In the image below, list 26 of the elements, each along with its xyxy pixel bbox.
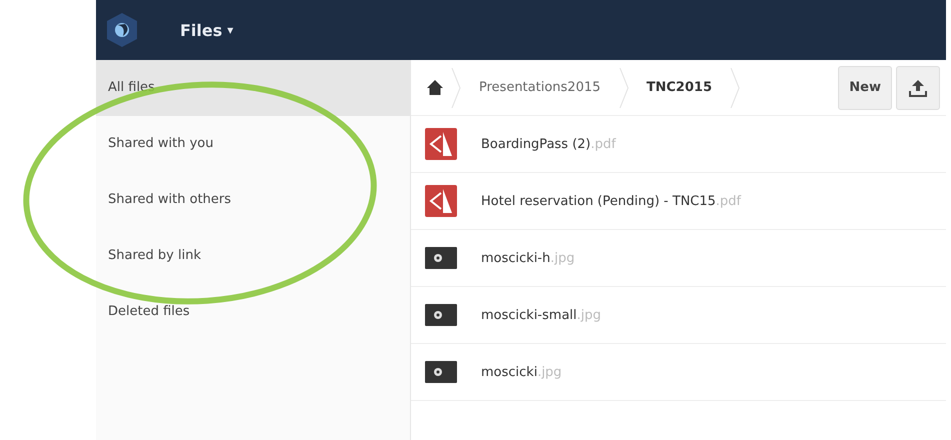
logo-icon[interactable] xyxy=(106,12,138,48)
home-icon[interactable] xyxy=(427,80,443,95)
file-name[interactable]: moscicki.jpg xyxy=(481,364,562,380)
file-name[interactable]: BoardingPass (2).pdf xyxy=(481,136,616,152)
chevron-separator-icon xyxy=(451,68,461,108)
sidebar-item[interactable]: Shared by link xyxy=(96,228,410,284)
file-name[interactable]: Hotel reservation (Pending) - TNC15.pdf xyxy=(481,194,742,208)
sidebar-item[interactable]: Shared with you xyxy=(96,116,410,172)
image-file-icon xyxy=(425,247,457,269)
sidebar-item[interactable]: Shared with others xyxy=(96,172,410,228)
breadcrumb-link[interactable]: Presentations2015 xyxy=(469,80,611,95)
chevron-separator-icon xyxy=(730,68,740,108)
app-menu[interactable]: Files ▾ xyxy=(180,20,234,40)
new-button[interactable]: New xyxy=(838,66,892,110)
sidebar-item[interactable]: Deleted files xyxy=(96,284,410,340)
upload-icon xyxy=(909,78,927,96)
file-name[interactable]: moscicki-h.jpg xyxy=(481,250,575,266)
pdf-file-icon xyxy=(425,128,457,160)
pdf-file-icon xyxy=(425,185,457,217)
file-name[interactable]: moscicki-small.jpg xyxy=(481,308,602,322)
chevron-separator-icon xyxy=(618,68,629,108)
image-file-icon xyxy=(425,361,457,383)
upload-button[interactable] xyxy=(896,66,940,110)
breadcrumb-link[interactable]: TNC2015 xyxy=(636,80,722,95)
image-file-icon xyxy=(425,304,457,326)
sidebar-item[interactable]: All files xyxy=(96,60,410,116)
